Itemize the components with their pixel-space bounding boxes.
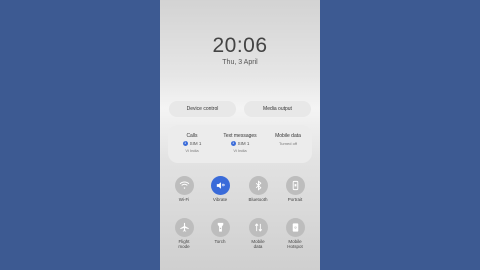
tile-vibrate-label: Vibrate bbox=[212, 197, 228, 202]
sim-calls-sim-label: SIM 1 bbox=[189, 141, 202, 146]
vibrate-icon bbox=[216, 182, 225, 189]
torch-toggle[interactable] bbox=[210, 218, 230, 237]
tile-flight-label-line2: mode bbox=[178, 244, 190, 249]
tile-mobile-hotspot-label: Mobile Hotspot bbox=[277, 239, 313, 249]
tile-mobile-data-label: Mobile data bbox=[240, 239, 276, 249]
sim-mobile-data-title: Mobile data bbox=[275, 133, 301, 139]
sim-calls-title: Calls bbox=[186, 133, 198, 139]
mobile-data-icon bbox=[254, 223, 262, 232]
portrait-toggle[interactable] bbox=[285, 176, 305, 195]
mobile-hotspot-toggle[interactable] bbox=[285, 218, 305, 237]
tile-bluetooth-label: Bluetooth bbox=[248, 197, 268, 202]
portrait-icon bbox=[292, 180, 298, 191]
tile-vibrate[interactable]: Vibrate bbox=[202, 176, 238, 202]
hotspot-icon bbox=[292, 223, 298, 232]
clock-date: Thu, 3 April bbox=[222, 59, 258, 66]
tile-mobile-hotspot[interactable]: Mobile Hotspot bbox=[277, 218, 313, 249]
page-indicator bbox=[160, 261, 320, 270]
airplane-icon bbox=[179, 222, 189, 232]
torch-icon bbox=[217, 222, 223, 232]
quick-settings-panel: 20:06 Thu, 3 April Device control Media … bbox=[160, 0, 320, 270]
tile-hotspot-line2: Hotspot bbox=[287, 244, 303, 249]
bluetooth-icon bbox=[255, 180, 261, 191]
sim-mobile-data[interactable]: Mobile data Turned off bbox=[264, 125, 312, 163]
sim-badge-icon: 1 bbox=[182, 141, 188, 146]
sim-manager-card[interactable]: Calls 1 SIM 1 Vi India Text messages 1 S… bbox=[168, 125, 312, 163]
flight-mode-toggle[interactable] bbox=[174, 218, 194, 237]
tile-mobile-data-line2: data bbox=[253, 244, 263, 249]
wifi-toggle[interactable] bbox=[174, 176, 194, 195]
tile-portrait[interactable]: Portrait bbox=[277, 176, 313, 202]
vibrate-toggle[interactable] bbox=[210, 176, 230, 195]
mobile-data-toggle[interactable] bbox=[248, 218, 268, 237]
sim-text-sim-label: SIM 1 bbox=[237, 141, 250, 146]
sim-calls[interactable]: Calls 1 SIM 1 Vi India bbox=[168, 125, 216, 163]
sim-mobile-data-status: Turned off bbox=[278, 141, 297, 146]
tile-flight-mode-label: Flight mode bbox=[166, 239, 202, 249]
bluetooth-toggle[interactable] bbox=[248, 176, 268, 195]
sim-text-messages[interactable]: Text messages 1 SIM 1 Vi India bbox=[216, 125, 264, 163]
device-control-button[interactable]: Device control bbox=[169, 101, 236, 117]
tile-portrait-label: Portrait bbox=[287, 197, 303, 202]
tile-mobile-data[interactable]: Mobile data bbox=[240, 218, 276, 249]
tile-wifi-label: Wi-Fi bbox=[178, 197, 190, 202]
sim-text-sim: 1 SIM 1 bbox=[216, 141, 264, 146]
tile-bluetooth[interactable]: Bluetooth bbox=[240, 176, 276, 202]
sim-badge-icon: 1 bbox=[230, 141, 236, 146]
clock-time: 20:06 bbox=[212, 34, 268, 57]
wifi-icon bbox=[179, 181, 189, 189]
media-output-button[interactable]: Media output bbox=[244, 101, 311, 117]
sim-calls-carrier: Vi India bbox=[185, 148, 199, 153]
tile-torch-label: Torch bbox=[214, 239, 226, 244]
tile-torch[interactable]: Torch bbox=[202, 218, 238, 244]
sim-calls-sim: 1 SIM 1 bbox=[168, 141, 216, 146]
sim-text-carrier: Vi India bbox=[233, 148, 247, 153]
tile-wifi[interactable]: Wi-Fi bbox=[166, 176, 202, 202]
sim-text-title: Text messages bbox=[223, 133, 257, 139]
tile-flight-mode[interactable]: Flight mode bbox=[166, 218, 202, 249]
